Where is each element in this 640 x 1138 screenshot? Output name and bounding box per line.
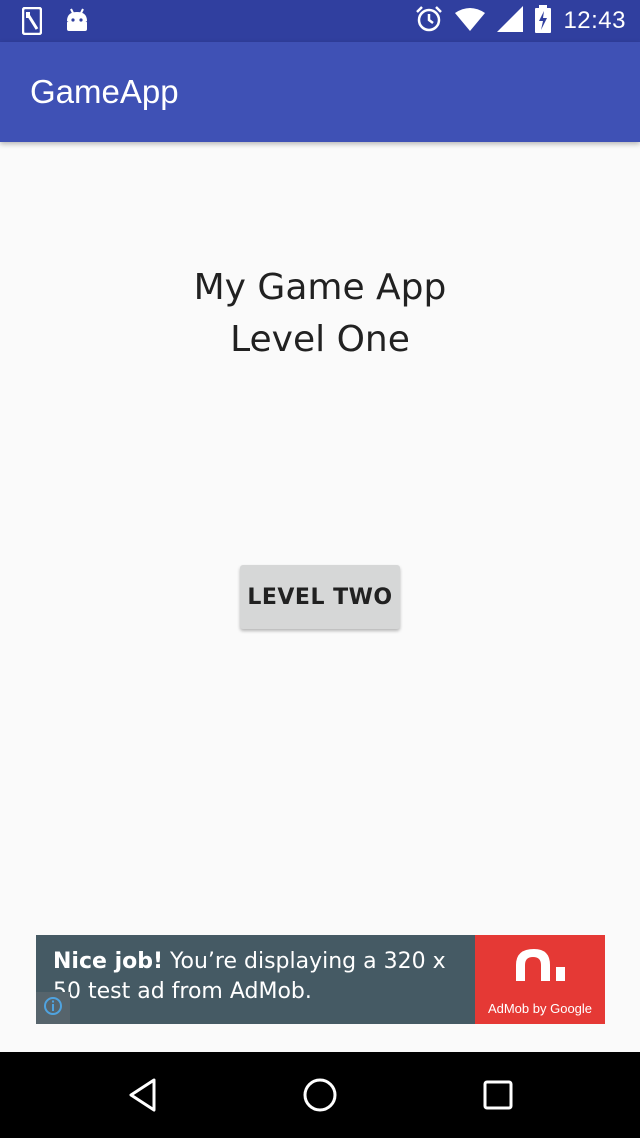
ad-bold-text: Nice job! [53,949,164,974]
level-two-button[interactable]: LEVEL TWO [240,565,400,629]
admob-logo[interactable]: AdMob by Google [475,935,605,1024]
recents-icon[interactable] [458,1052,538,1138]
navigation-bar [0,1052,640,1138]
status-bar: 12:43 [0,0,640,42]
ad-banner[interactable]: Nice job! You’re displaying a 320 x 50 t… [36,935,605,1024]
admob-caption: AdMob by Google [487,1001,593,1016]
heading-app-name: My Game App [193,267,447,308]
app-bar: GameApp [0,42,640,142]
status-bar-system: 12:43 [415,0,626,42]
battery-charging-icon [535,4,552,38]
main-content: My Game App Level One LEVEL TWO [0,142,640,1052]
status-time: 12:43 [563,7,626,34]
ad-text[interactable]: Nice job! You’re displaying a 320 x 50 t… [53,947,473,1007]
app-title: GameApp [30,73,179,110]
heading-level: Level One [230,319,410,360]
sim-card-icon [21,6,43,40]
alarm-icon [415,5,443,38]
info-icon[interactable] [36,992,70,1024]
signal-icon [497,5,524,37]
status-bar-notifications [21,6,88,40]
admob-logo-icon [516,949,565,981]
android-icon [66,8,88,39]
home-icon[interactable] [280,1052,360,1138]
back-icon[interactable] [103,1052,183,1138]
wifi-icon [455,7,486,36]
